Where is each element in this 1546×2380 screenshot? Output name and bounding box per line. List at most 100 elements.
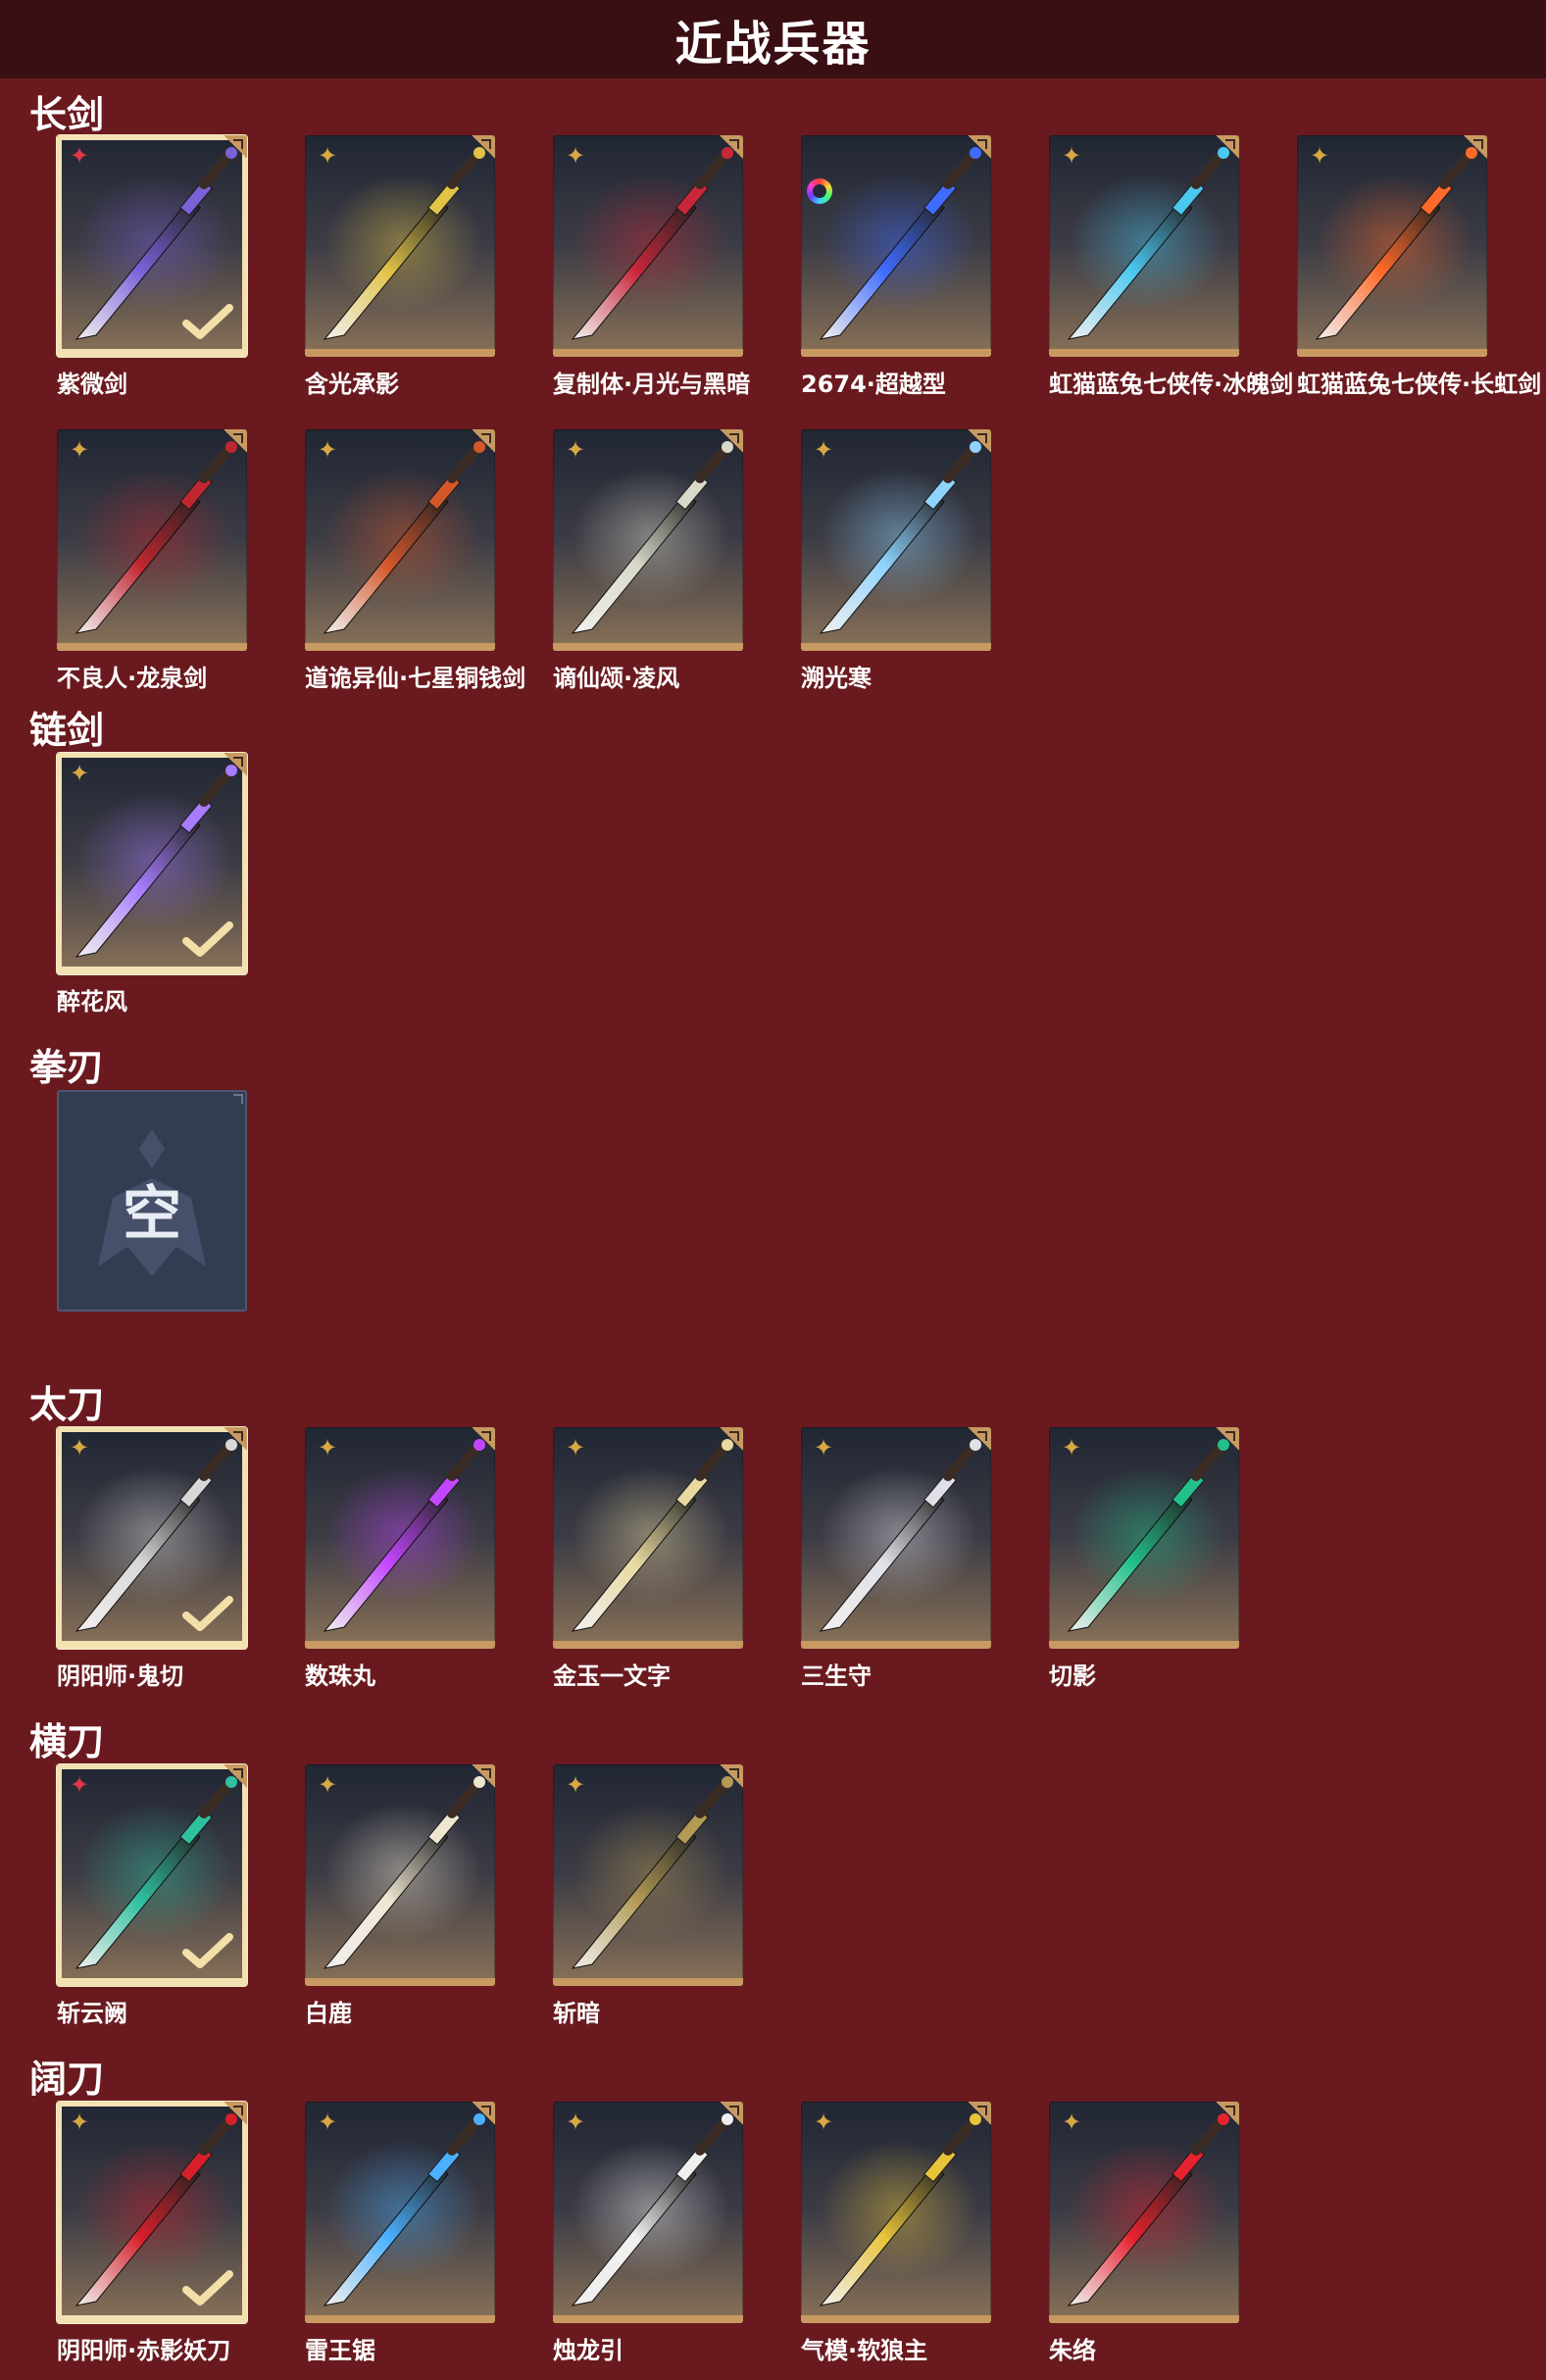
card-bottom-bar	[305, 643, 495, 651]
weapon-card[interactable]: ✦	[57, 753, 247, 974]
card-bottom-bar	[801, 2315, 991, 2323]
red-star-rarity-icon: ✦	[69, 1771, 90, 1799]
weapon-name: 雷王锯	[305, 2337, 375, 2364]
card-bottom-bar	[801, 1641, 991, 1649]
corner-mark	[720, 1427, 743, 1451]
corner-mark	[968, 429, 991, 453]
empty-slot-card[interactable]: 空	[57, 1090, 247, 1312]
section-title-4: 横刀	[29, 1720, 105, 1763]
corner-mark	[472, 1764, 495, 1788]
gold-star-rarity-icon: ✦	[1309, 142, 1330, 170]
weapon-card[interactable]: ✦	[1049, 1427, 1239, 1649]
corner-mark	[472, 2102, 495, 2125]
section-title-3: 太刀	[29, 1383, 105, 1426]
gold-star-rarity-icon: ✦	[1061, 2108, 1082, 2136]
weapon-name: 烛龙引	[553, 2337, 623, 2364]
rainbow-rarity-icon	[807, 178, 832, 204]
corner-mark	[1464, 135, 1487, 159]
page-title: 近战兵器	[674, 17, 872, 72]
section-title-1: 链剑	[29, 709, 105, 752]
weapon-card[interactable]: ✦	[553, 429, 743, 651]
weapon-card[interactable]: ✦	[553, 2102, 743, 2323]
card-bottom-bar	[553, 1641, 743, 1649]
card-bottom-bar	[57, 2315, 247, 2323]
weapon-card[interactable]: ✦	[305, 135, 495, 357]
card-bottom-bar	[305, 1978, 495, 1986]
gold-star-rarity-icon: ✦	[565, 436, 586, 464]
weapon-name: 溯光寒	[801, 665, 872, 692]
gold-star-rarity-icon: ✦	[565, 2108, 586, 2136]
corner-mark	[720, 1764, 743, 1788]
gold-star-rarity-icon: ✦	[317, 1771, 338, 1799]
weapon-card[interactable]: ✦	[57, 1427, 247, 1649]
gold-star-rarity-icon: ✦	[69, 436, 90, 464]
weapon-card[interactable]: ✦	[801, 429, 991, 651]
corner-mark	[968, 135, 991, 159]
corner-mark	[968, 2102, 991, 2125]
page-header: 近战兵器	[0, 0, 1546, 78]
card-bottom-bar	[57, 643, 247, 651]
check-icon	[182, 1596, 233, 1631]
weapon-card[interactable]: ✦	[57, 2102, 247, 2323]
weapon-card[interactable]: ✦	[57, 429, 247, 651]
weapon-card[interactable]	[801, 135, 991, 357]
card-bottom-bar	[801, 643, 991, 651]
section-title-0: 长剑	[29, 93, 105, 136]
weapon-card[interactable]: ✦	[553, 1427, 743, 1649]
gold-star-rarity-icon: ✦	[1061, 142, 1082, 170]
gold-star-rarity-icon: ✦	[317, 142, 338, 170]
card-bottom-bar	[553, 643, 743, 651]
corner-mark	[224, 1427, 247, 1451]
weapon-name: 紫微剑	[57, 371, 127, 398]
weapon-card[interactable]: ✦	[801, 1427, 991, 1649]
weapon-card[interactable]: ✦	[57, 1764, 247, 1986]
gold-star-rarity-icon: ✦	[813, 1434, 834, 1462]
weapon-card[interactable]: ✦	[305, 2102, 495, 2323]
corner-mark	[720, 135, 743, 159]
weapon-name: 朱络	[1049, 2337, 1096, 2364]
corner-mark	[472, 429, 495, 453]
check-icon	[182, 1933, 233, 1968]
weapon-card[interactable]: ✦	[553, 1764, 743, 1986]
corner-mark	[472, 1427, 495, 1451]
gold-star-rarity-icon: ✦	[317, 1434, 338, 1462]
card-bottom-bar	[57, 349, 247, 357]
gold-star-rarity-icon: ✦	[317, 2108, 338, 2136]
card-bottom-bar	[57, 1978, 247, 1986]
gold-star-rarity-icon: ✦	[69, 1434, 90, 1462]
weapon-name: 复制体·月光与黑暗	[553, 371, 751, 398]
corner-mark	[720, 429, 743, 453]
check-icon	[182, 2270, 233, 2306]
weapon-card[interactable]: ✦	[1297, 135, 1487, 357]
card-bottom-bar	[57, 1641, 247, 1649]
check-icon	[182, 921, 233, 957]
gold-star-rarity-icon: ✦	[813, 436, 834, 464]
corner-mark	[224, 1764, 247, 1788]
weapon-card[interactable]: ✦	[57, 135, 247, 357]
weapon-card[interactable]: ✦	[1049, 135, 1239, 357]
weapon-name: 斩云阙	[57, 2000, 127, 2027]
corner-mark	[227, 1090, 247, 1110]
corner-mark	[224, 2102, 247, 2125]
weapon-card[interactable]: ✦	[305, 1427, 495, 1649]
weapon-card[interactable]: ✦	[801, 2102, 991, 2323]
gold-star-rarity-icon: ✦	[1061, 1434, 1082, 1462]
weapon-image	[819, 147, 981, 340]
weapon-card[interactable]: ✦	[305, 429, 495, 651]
weapon-name: 2674·超越型	[801, 371, 946, 398]
weapon-name: 虹猫蓝兔七侠传·冰魄剑	[1049, 371, 1294, 398]
card-bottom-bar	[553, 2315, 743, 2323]
weapon-card[interactable]: ✦	[1049, 2102, 1239, 2323]
card-bottom-bar	[801, 349, 991, 357]
weapon-name: 谪仙颂·凌风	[553, 665, 680, 692]
weapon-name: 三生守	[801, 1662, 872, 1690]
section-title-2: 拳刃	[29, 1046, 105, 1089]
weapon-card[interactable]: ✦	[305, 1764, 495, 1986]
section-title-5: 阔刀	[29, 2058, 105, 2101]
weapon-card[interactable]: ✦	[553, 135, 743, 357]
corner-mark	[472, 135, 495, 159]
corner-mark	[968, 1427, 991, 1451]
weapon-name: 不良人·龙泉剑	[57, 665, 208, 692]
corner-mark	[1216, 135, 1239, 159]
card-bottom-bar	[1049, 349, 1239, 357]
